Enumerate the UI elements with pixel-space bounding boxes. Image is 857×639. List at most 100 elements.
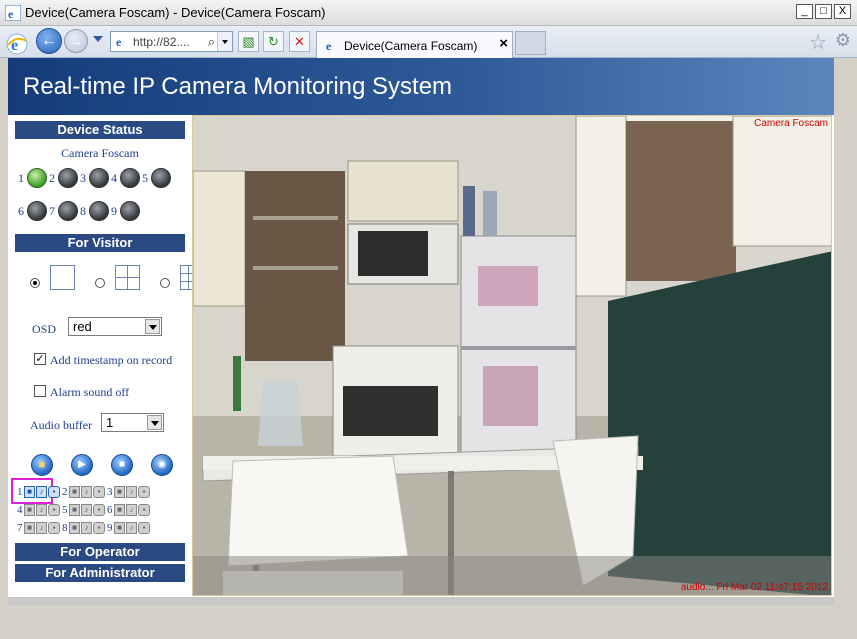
refresh-button[interactable]: ↻ bbox=[263, 31, 284, 52]
video-icon[interactable]: ▪ bbox=[93, 522, 105, 534]
channel-5-controls: 5 ■ ♪ ▪ bbox=[62, 504, 106, 516]
record-icon[interactable]: ■ bbox=[114, 504, 125, 516]
channel-1-controls: 1 ■ ♪ ▪ bbox=[17, 486, 61, 498]
led-gray-icon bbox=[58, 201, 78, 221]
forward-button[interactable]: → bbox=[64, 29, 88, 53]
osd-label: OSD bbox=[32, 322, 57, 336]
stop-button[interactable]: ✕ bbox=[289, 31, 310, 52]
address-url[interactable]: http://82.... bbox=[133, 35, 190, 49]
device-status-header: Device Status bbox=[15, 121, 185, 139]
address-dropdown-icon[interactable] bbox=[217, 32, 232, 51]
led-gray-icon bbox=[58, 168, 78, 188]
new-tab-button[interactable] bbox=[515, 31, 546, 55]
chevron-down-icon[interactable] bbox=[147, 415, 162, 430]
record-icon[interactable]: ■ bbox=[69, 486, 80, 498]
record-icon[interactable]: ■ bbox=[114, 486, 125, 498]
search-icon[interactable]: ⌕ bbox=[208, 34, 215, 50]
svg-text:e: e bbox=[116, 35, 122, 49]
layout-9-radio[interactable] bbox=[160, 278, 170, 288]
record-icon[interactable]: ■ bbox=[24, 486, 35, 498]
close-window-button[interactable]: X bbox=[834, 4, 851, 19]
mic-icon[interactable]: ♪ bbox=[81, 486, 92, 498]
stop-icon: ■ bbox=[118, 459, 126, 470]
led-gray-icon bbox=[151, 168, 171, 188]
video-icon[interactable]: ▪ bbox=[138, 504, 150, 516]
page-icon: e bbox=[116, 35, 122, 49]
video-icon[interactable]: ▪ bbox=[138, 486, 150, 498]
video-icon[interactable]: ▪ bbox=[48, 486, 60, 498]
video-osd-timestamp: audio... Fri Mar 02 11:47:15 2012 bbox=[680, 582, 828, 593]
channel-8-controls: 8 ■ ♪ ▪ bbox=[62, 522, 106, 534]
status-led-row-1: 1 2 3 4 5 bbox=[18, 168, 173, 188]
history-dropdown-icon[interactable] bbox=[93, 36, 103, 42]
open-folder-button[interactable]: ■ bbox=[31, 454, 53, 476]
video-icon[interactable]: ▪ bbox=[48, 504, 60, 516]
browser-toolbar: e ← → e http://82.... ⌕ ▧ ↻ ✕ e Device(C… bbox=[0, 26, 857, 58]
timestamp-label: Add timestamp on record bbox=[50, 353, 173, 367]
compatibility-view-button[interactable]: ▧ bbox=[238, 31, 259, 52]
for-visitor-header[interactable]: For Visitor bbox=[15, 234, 185, 252]
channel-num: 1 bbox=[17, 486, 23, 498]
tab-label: Device(Camera Foscam) bbox=[344, 39, 478, 53]
tab-close-icon[interactable]: × bbox=[499, 35, 508, 52]
alarm-sound-checkbox[interactable] bbox=[34, 385, 46, 397]
video-icon[interactable]: ▪ bbox=[48, 522, 60, 534]
for-operator-header[interactable]: For Operator bbox=[15, 543, 185, 561]
folder-icon: ■ bbox=[38, 459, 46, 471]
snapshot-button[interactable]: ◉ bbox=[151, 454, 173, 476]
tab-device[interactable]: e Device(Camera Foscam) × bbox=[316, 31, 513, 58]
minimize-button[interactable]: _ bbox=[796, 4, 813, 19]
channel-7-controls: 7 ■ ♪ ▪ bbox=[17, 522, 61, 534]
audio-buffer-label: Audio buffer bbox=[30, 418, 93, 432]
record-icon[interactable]: ■ bbox=[24, 522, 35, 534]
mic-icon[interactable]: ♪ bbox=[36, 504, 47, 516]
stop-record-button[interactable]: ■ bbox=[111, 454, 133, 476]
audio-buffer-select[interactable]: 1 bbox=[101, 413, 164, 432]
status-led-3: 3 bbox=[80, 168, 109, 188]
led-gray-icon bbox=[89, 168, 109, 188]
status-led-5: 5 bbox=[142, 168, 171, 188]
channel-num: 7 bbox=[17, 522, 23, 534]
tools-gear-icon[interactable]: ⚙ bbox=[835, 30, 851, 51]
layout-selector bbox=[30, 265, 217, 290]
osd-color-select[interactable]: red bbox=[68, 317, 162, 336]
play-button[interactable]: ▶ bbox=[71, 454, 93, 476]
led-num: 6 bbox=[18, 203, 24, 218]
favorites-star-icon[interactable]: ☆ bbox=[809, 30, 827, 55]
led-num: 1 bbox=[18, 170, 24, 185]
channel-9-controls: 9 ■ ♪ ▪ bbox=[107, 522, 151, 534]
record-controls: ■ ▶ ■ ◉ bbox=[31, 454, 173, 476]
camera-icon: ◉ bbox=[157, 459, 167, 470]
page-title: Real-time IP Camera Monitoring System bbox=[23, 73, 453, 100]
video-icon[interactable]: ▪ bbox=[138, 522, 150, 534]
record-icon[interactable]: ■ bbox=[24, 504, 35, 516]
layout-4-radio[interactable] bbox=[95, 278, 105, 288]
svg-text:e: e bbox=[8, 7, 14, 21]
mic-icon[interactable]: ♪ bbox=[36, 486, 47, 498]
quad-view-icon[interactable] bbox=[115, 265, 140, 290]
video-icon[interactable]: ▪ bbox=[93, 486, 105, 498]
channel-4-controls: 4 ■ ♪ ▪ bbox=[17, 504, 61, 516]
mic-icon[interactable]: ♪ bbox=[36, 522, 47, 534]
window-titlebar: e Device(Camera Foscam) - Device(Camera … bbox=[0, 0, 857, 26]
video-icon[interactable]: ▪ bbox=[93, 504, 105, 516]
mic-icon[interactable]: ♪ bbox=[81, 522, 92, 534]
mic-icon[interactable]: ♪ bbox=[126, 486, 137, 498]
layout-1-radio[interactable] bbox=[30, 278, 40, 288]
timestamp-checkbox[interactable]: ✓ bbox=[34, 353, 46, 365]
mic-icon[interactable]: ♪ bbox=[126, 522, 137, 534]
record-icon[interactable]: ■ bbox=[114, 522, 125, 534]
status-led-row-2: 6 7 8 9 bbox=[18, 201, 142, 221]
for-administrator-header[interactable]: For Administrator bbox=[15, 564, 185, 582]
address-bar[interactable]: e http://82.... ⌕ bbox=[110, 31, 233, 52]
back-button[interactable]: ← bbox=[36, 28, 62, 54]
record-icon[interactable]: ■ bbox=[69, 504, 80, 516]
record-icon[interactable]: ■ bbox=[69, 522, 80, 534]
mic-icon[interactable]: ♪ bbox=[126, 504, 137, 516]
maximize-button[interactable]: □ bbox=[815, 4, 832, 19]
chevron-down-icon[interactable] bbox=[145, 319, 160, 334]
led-gray-icon bbox=[89, 201, 109, 221]
single-view-icon[interactable] bbox=[50, 265, 75, 290]
camera-video-feed[interactable]: Camera Foscam audio... Fri Mar 02 11:47:… bbox=[192, 115, 832, 596]
mic-icon[interactable]: ♪ bbox=[81, 504, 92, 516]
